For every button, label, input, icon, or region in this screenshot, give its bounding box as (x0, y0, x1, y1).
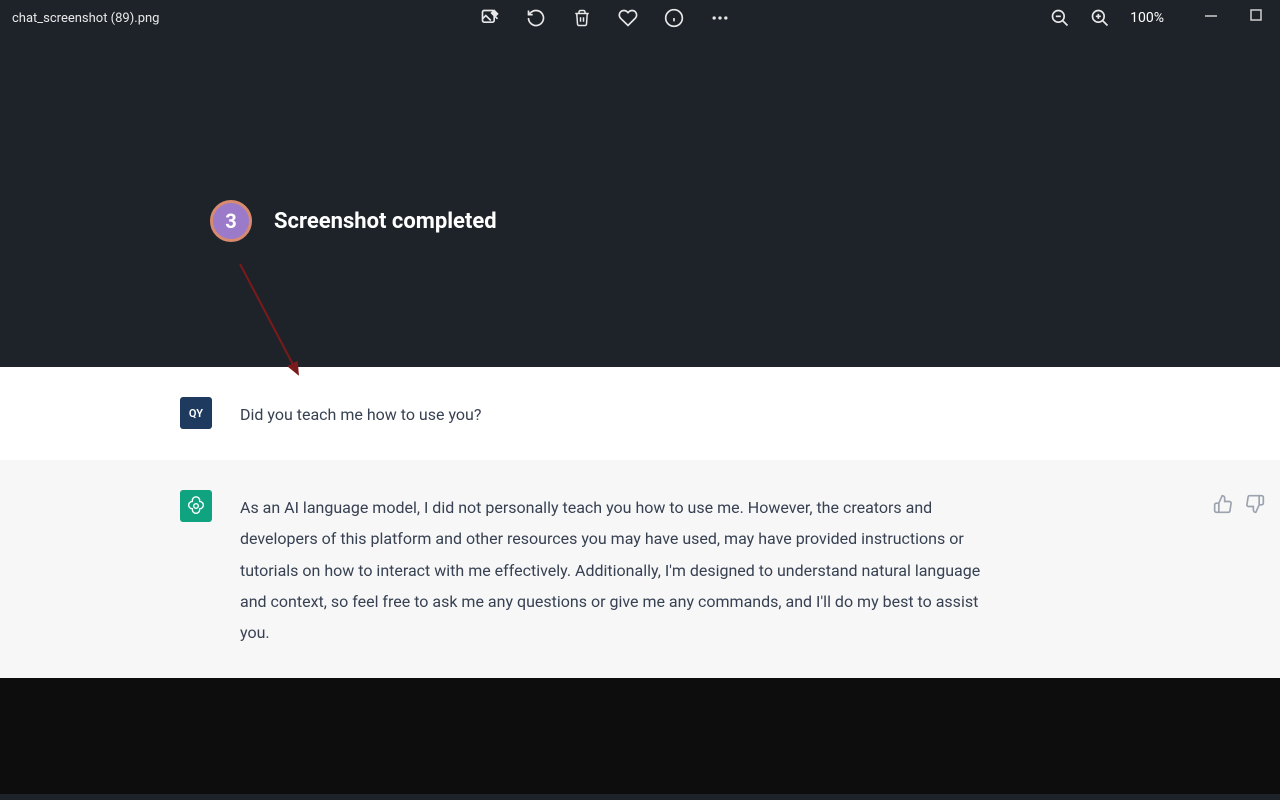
thumbs-down-icon[interactable] (1245, 494, 1265, 514)
filename-label: chat_screenshot (89).png (12, 11, 159, 26)
bottom-bar (0, 678, 1280, 794)
info-icon[interactable] (664, 8, 684, 28)
zoom-in-icon[interactable] (1090, 8, 1110, 28)
toolbar (480, 8, 730, 28)
delete-icon[interactable] (572, 8, 592, 28)
zoom-level-label: 100% (1130, 10, 1164, 26)
maximize-icon[interactable] (1250, 9, 1268, 27)
zoom-out-icon[interactable] (1050, 8, 1070, 28)
edit-image-icon[interactable] (480, 8, 500, 28)
minimize-icon[interactable] (1204, 9, 1222, 27)
assistant-avatar (180, 490, 212, 522)
user-message-row: QY Did you teach me how to use you? (0, 367, 1280, 460)
heart-icon[interactable] (618, 8, 638, 28)
annotation-overlay-area: 3 Screenshot completed (0, 36, 1280, 367)
assistant-message-row: As an AI language model, I did not perso… (0, 460, 1280, 678)
zoom-controls: 100% (1050, 8, 1164, 28)
step-number-badge: 3 (210, 200, 252, 242)
user-avatar: QY (180, 397, 212, 429)
assistant-message-text: As an AI language model, I did not perso… (240, 490, 1010, 648)
step-label: Screenshot completed (274, 209, 497, 234)
rotate-icon[interactable] (526, 8, 546, 28)
more-icon[interactable] (710, 8, 730, 28)
titlebar: chat_screenshot (89).png 100% (0, 0, 1280, 36)
thumbs-up-icon[interactable] (1213, 494, 1233, 514)
feedback-controls (1213, 494, 1265, 514)
chat-area: QY Did you teach me how to use you? As a… (0, 367, 1280, 678)
user-message-text: Did you teach me how to use you? (240, 397, 481, 430)
window-controls (1204, 9, 1268, 27)
step-annotation: 3 Screenshot completed (210, 200, 497, 242)
